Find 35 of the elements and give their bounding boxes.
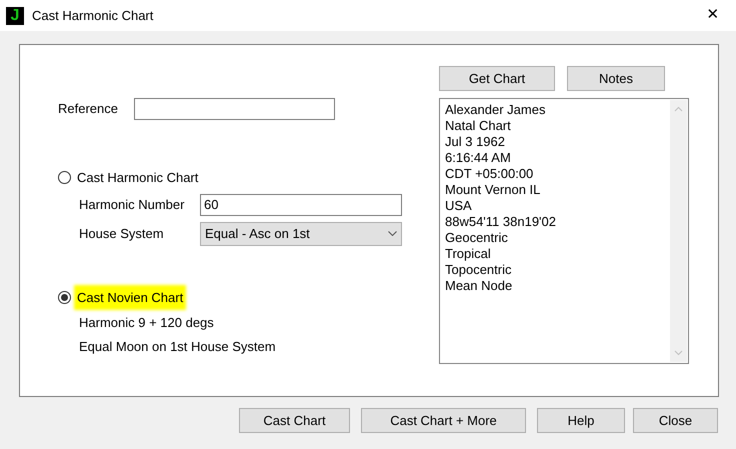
radio-label: Cast Harmonic Chart: [77, 169, 198, 187]
option-note: Harmonic 9 + 120 degs: [79, 314, 215, 332]
radio-button[interactable]: [58, 171, 71, 184]
close-button[interactable]: Close: [633, 408, 718, 433]
field-label: House System: [79, 224, 165, 243]
chart-info-line: Mean Node: [445, 278, 514, 294]
help-button[interactable]: Help: [537, 408, 625, 433]
chart-info-line: Topocentric: [445, 262, 512, 278]
chart-info-line: USA: [445, 198, 473, 214]
chevron-down-icon: [388, 231, 397, 236]
notes-button[interactable]: Notes: [567, 66, 665, 91]
chart-info-line: Geocentric: [445, 230, 509, 246]
chart-info-line: Jul 3 1962: [445, 134, 506, 150]
cast-chart-button[interactable]: Cast Chart: [239, 408, 350, 433]
cast-chart-more-button[interactable]: Cast Chart + More: [361, 408, 526, 433]
radio-label: Cast Novien Chart: [77, 288, 184, 307]
house-system-dropdown[interactable]: Equal - Asc on 1st: [200, 222, 402, 246]
chart-info-line: 88w54'11 38n19'02: [445, 214, 557, 230]
chart-info-line: Alexander James: [445, 102, 546, 118]
window-title: Cast Harmonic Chart: [32, 6, 154, 25]
get-chart-button[interactable]: Get Chart: [439, 66, 555, 91]
option-note: Equal Moon on 1st House System: [79, 338, 277, 356]
chart-info-line: 6:16:44 AM: [445, 150, 512, 166]
harmonic-number-field[interactable]: 60: [200, 194, 402, 216]
chart-info-line: Tropical: [445, 246, 492, 262]
field-label: Harmonic Number: [79, 196, 186, 214]
chart-info-line: CDT +05:00:00: [445, 166, 534, 182]
reference-field[interactable]: [134, 98, 335, 120]
close-button[interactable]: ✕: [690, 4, 736, 27]
chart-info-line: Natal Chart: [445, 118, 512, 134]
app-icon: J: [6, 6, 24, 24]
chart-info-list[interactable]: Alexander James Natal Chart Jul 3 1962 6:16:44 AM CDT +05:00:00 Mount Vernon IL USA 88w54'11 38n19'02 Geocentric Tropical Topocentric Mean Node: [439, 98, 689, 364]
chart-info-line: Mount Vernon IL: [445, 182, 542, 198]
reference-label: Reference: [58, 100, 119, 118]
radio-button[interactable]: [58, 290, 71, 304]
